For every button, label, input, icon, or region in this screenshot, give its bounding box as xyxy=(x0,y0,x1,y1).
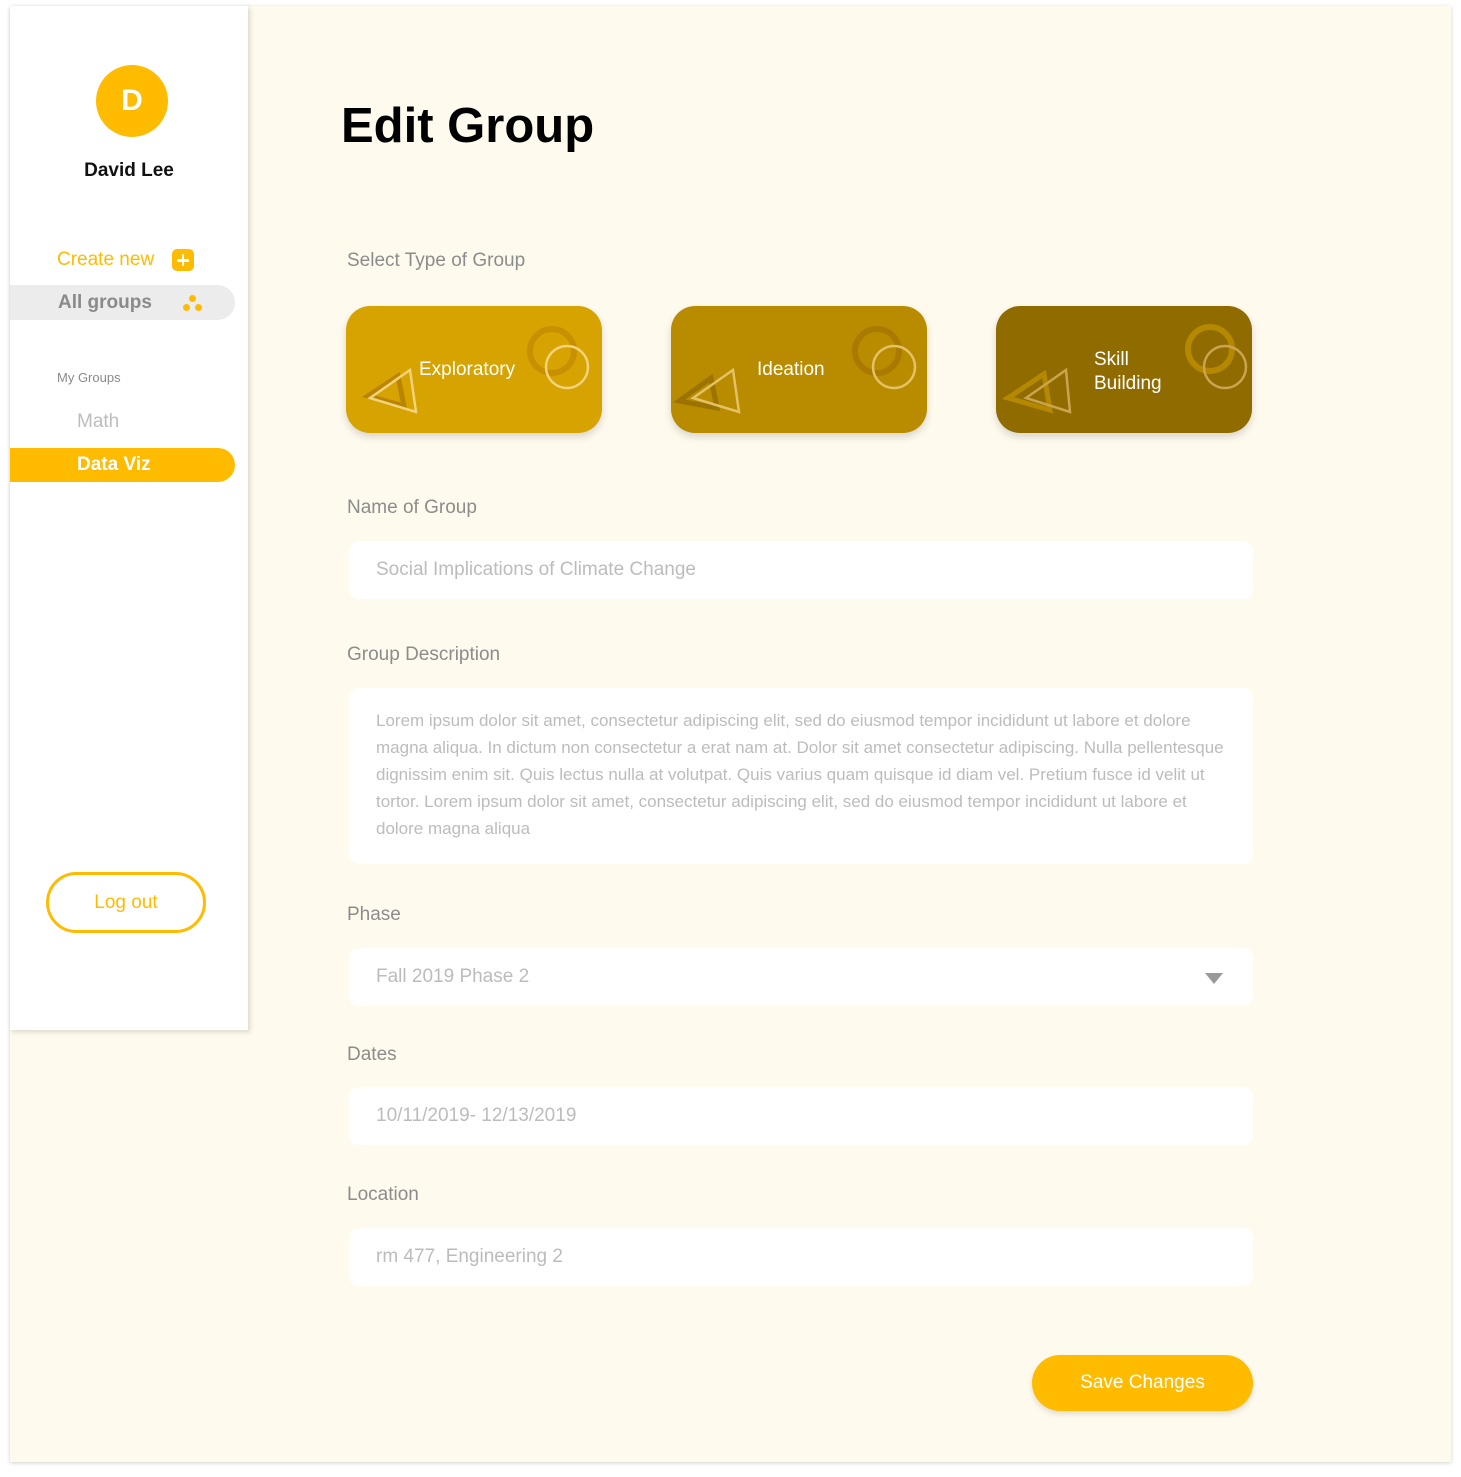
location-input[interactable]: rm 477, Engineering 2 xyxy=(349,1228,1253,1286)
my-groups-heading: My Groups xyxy=(57,370,121,385)
group-type-ideation[interactable]: Ideation xyxy=(671,306,927,433)
dates-input[interactable]: 10/11/2019- 12/13/2019 xyxy=(349,1087,1253,1145)
sidebar-item-data-viz[interactable]: Data Viz xyxy=(10,448,235,482)
card-label-line-1: Skill xyxy=(1094,349,1129,370)
sidebar: D David Lee Create new All groups My Gro… xyxy=(10,6,248,1030)
phase-select[interactable]: Fall 2019 Phase 2 xyxy=(349,948,1253,1006)
group-name-label: Name of Group xyxy=(347,497,477,518)
phase-selected-value: Fall 2019 Phase 2 xyxy=(376,966,530,987)
page-title: Edit Group xyxy=(341,99,595,153)
group-description-input[interactable]: Lorem ipsum dolor sit amet, consectetur … xyxy=(349,688,1253,864)
group-type-label: Select Type of Group xyxy=(347,250,526,271)
create-new-label: Create new xyxy=(57,249,155,270)
group-type-skill-building[interactable]: Skill Building xyxy=(996,306,1252,433)
plus-icon xyxy=(172,249,195,271)
card-label: Ideation xyxy=(757,359,825,380)
save-changes-button[interactable]: Save Changes xyxy=(1032,1355,1253,1411)
group-name-input[interactable]: Social Implications of Climate Change xyxy=(349,541,1253,599)
group-type-exploratory[interactable]: Exploratory xyxy=(346,306,602,433)
dates-label: Dates xyxy=(347,1044,397,1065)
logout-button[interactable]: Log out xyxy=(46,872,206,933)
sidebar-item-math[interactable]: Math xyxy=(77,411,119,433)
card-label: Exploratory xyxy=(419,359,516,380)
chevron-down-icon[interactable] xyxy=(1205,973,1223,984)
card-label: Skill Building xyxy=(1094,348,1162,396)
all-groups-button[interactable]: All groups xyxy=(10,285,235,320)
avatar[interactable]: D xyxy=(96,65,168,137)
create-new-button[interactable]: Create new xyxy=(57,246,195,274)
card-label-line-2: Building xyxy=(1094,373,1162,394)
user-name: David Lee xyxy=(84,160,174,181)
group-description-label: Group Description xyxy=(347,644,501,665)
all-groups-label: All groups xyxy=(58,291,152,313)
location-label: Location xyxy=(347,1184,419,1205)
sidebar-item-label: Data Viz xyxy=(77,454,151,475)
phase-label: Phase xyxy=(347,904,401,925)
groups-icon xyxy=(182,294,204,312)
